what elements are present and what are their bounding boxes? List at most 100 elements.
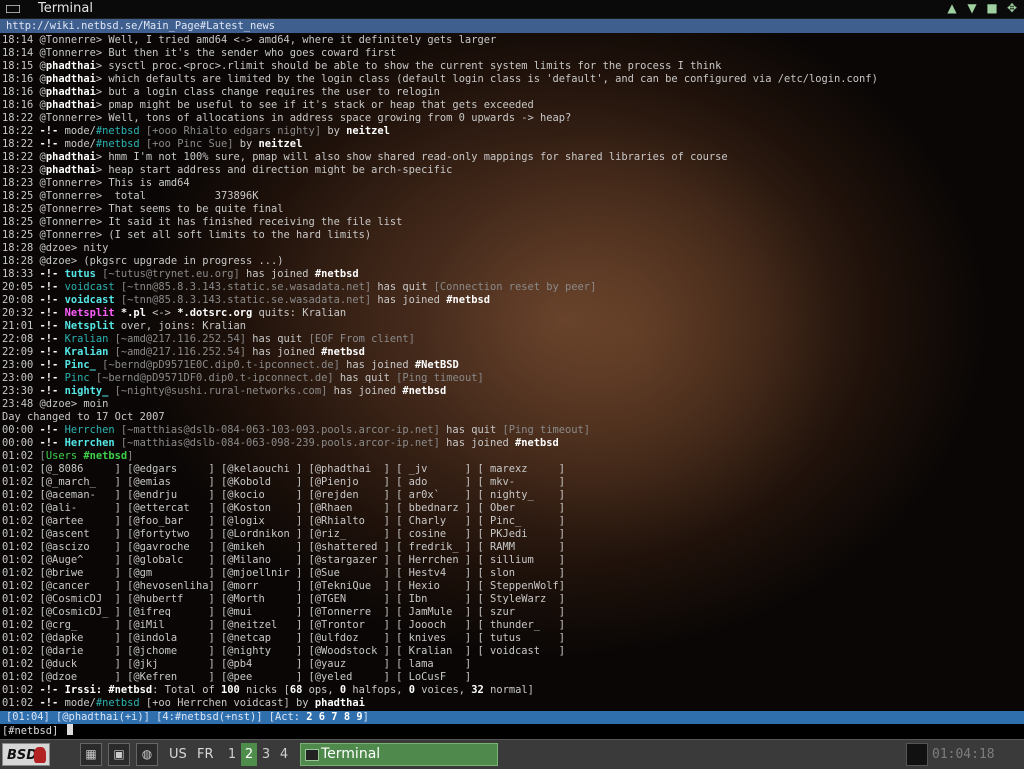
line-segment: @dzoe> (pkgsrc upgrade in progress ...) [39, 255, 284, 267]
line-segment: [~nighty@sushi.rural-networks.com] [108, 385, 328, 397]
line-segment: ] [127, 450, 134, 462]
line-segment: -!- [39, 385, 65, 397]
workspace-1[interactable]: 1 [224, 743, 240, 766]
chat-line: 18:14 @Tonnerre> Well, I tried amd64 <->… [2, 34, 1020, 47]
chat-line: 21:01 -!- Netsplit over, joins: Kralian [2, 320, 1020, 333]
window-menu-icon[interactable] [6, 5, 20, 13]
line-segment: neitzel [258, 138, 303, 150]
line-segment: [@CosmicDJ ] [@hubertf ] [@Morth ] [@TGE… [39, 593, 566, 605]
terminal-window[interactable]: http://wiki.netbsd.se/Main_Page#Latest_n… [0, 19, 1024, 737]
timestamp: 01:02 [2, 606, 40, 618]
chat-line: 01:02 -!- mode/#netbsd [+oo Herrchen voi… [2, 697, 1020, 710]
timestamp: 23:00 [2, 359, 40, 371]
line-segment: phadthai [45, 151, 96, 163]
terminal-icon [305, 749, 319, 761]
line-segment: #netbsd [83, 450, 128, 462]
timestamp: 01:02 [2, 489, 40, 501]
timestamp: 18:28 [2, 242, 40, 254]
chat-line: 18:33 -!- tutus [~tutus@trynet.eu.org] h… [2, 268, 1020, 281]
line-segment: [+ooo Rhialto edgars nighty] [139, 125, 322, 137]
chat-line: 18:23 @phadthai> heap start address and … [2, 164, 1020, 177]
chat-line: 18:22 @Tonnerre> Well, tons of allocatio… [2, 112, 1020, 125]
line-segment: @dzoe> moin [39, 398, 109, 410]
terminal-launcher-icon[interactable]: ▣ [108, 743, 130, 766]
activity-list: 2 6 7 8 9 [306, 711, 363, 723]
show-desktop-icon[interactable]: ▦ [80, 743, 102, 766]
line-segment: 100 [221, 684, 240, 696]
chat-line: 01:02 [@aceman- ] [@endrju ] [@kocio ] [… [2, 489, 1020, 502]
line-segment: Herrchen [64, 424, 115, 436]
line-segment: nicks [ [239, 684, 290, 696]
timestamp: 18:23 [2, 177, 40, 189]
line-segment: [~amd@217.116.252.54] [108, 333, 247, 345]
workspace-3[interactable]: 3 [258, 743, 274, 766]
timestamp: 00:00 [2, 437, 40, 449]
line-segment: @Tonnerre> It said it has finished recei… [39, 216, 403, 228]
chat-line: 20:05 -!- voidcast [~tnn@85.8.3.143.stat… [2, 281, 1020, 294]
line-segment: by [321, 125, 347, 137]
line-segment: #netbsd [402, 385, 447, 397]
timestamp: 18:15 [2, 60, 40, 72]
system-tray-monitor[interactable] [906, 743, 928, 766]
chat-line: 01:02 [@ascent ] [@fortytwo ] [@Lordniko… [2, 528, 1020, 541]
maximize-icon[interactable]: ■ [984, 1, 1000, 15]
chat-line: 22:09 -!- Kralian [~amd@217.116.252.54] … [2, 346, 1020, 359]
timestamp: 18:22 [2, 151, 40, 163]
chat-line: 18:22 @phadthai> hmm I'm not 100% sure, … [2, 151, 1020, 164]
line-segment: [~tutus@trynet.eu.org] [95, 268, 240, 280]
chat-line: 23:00 -!- Pinc [~bernd@pD9571DF0.dip0.t-… [2, 372, 1020, 385]
chat-line: 01:02 [@dapke ] [@indola ] [@netcap ] [@… [2, 632, 1020, 645]
line-segment: -!- [39, 333, 65, 345]
line-segment: [EOF From client] [308, 333, 415, 345]
line-segment: phadthai [45, 164, 96, 176]
workspace-2[interactable]: 2 [241, 743, 257, 766]
input-line[interactable]: [#netbsd] [0, 724, 1024, 737]
timestamp: 22:09 [2, 346, 40, 358]
line-segment: Pinc_ [64, 359, 96, 371]
line-segment: -!- [39, 346, 65, 358]
line-segment: [@dzoe ] [@Kefren ] [@pee ] [@yeled ] [ … [39, 671, 472, 683]
text-cursor [66, 724, 73, 735]
chat-line: 00:00 -!- Herrchen [~matthias@dslb-084-0… [2, 424, 1020, 437]
timestamp: 01:02 [2, 528, 40, 540]
line-segment: Pinc [64, 372, 90, 384]
chat-line: 01:02 [@artee ] [@foo_bar ] [@logix ] [@… [2, 515, 1020, 528]
line-segment: > but a login class change requires the … [95, 86, 440, 98]
line-segment: phadthai [45, 99, 96, 111]
move-icon[interactable]: ✥ [1004, 1, 1020, 15]
line-segment: has joined [371, 294, 447, 306]
chat-line: 01:02 [@_march_ ] [@emias ] [@Kobold ] [… [2, 476, 1020, 489]
line-segment: @Tonnerre> Well, I tried amd64 <-> amd64… [39, 34, 497, 46]
line-segment: [@darie ] [@jchome ] [@nighty ] [@Woodst… [39, 645, 566, 657]
chat-line: 18:16 @phadthai> which defaults are limi… [2, 73, 1020, 86]
line-segment: #netbsd [95, 138, 140, 150]
start-menu-button[interactable]: BSD [2, 743, 50, 766]
task-terminal-button[interactable]: Terminal [300, 743, 498, 766]
workspace-4[interactable]: 4 [276, 743, 292, 766]
chat-line: 18:23 @Tonnerre> This is amd64 [2, 177, 1020, 190]
line-segment: 32 [471, 684, 484, 696]
browser-launcher-icon[interactable]: ◍ [136, 743, 158, 766]
keyboard-layout-us[interactable]: US [169, 743, 187, 766]
channel-topic: http://wiki.netbsd.se/Main_Page#Latest_n… [0, 19, 1024, 33]
line-segment: has joined [246, 346, 322, 358]
timestamp: 18:14 [2, 47, 40, 59]
line-segment: -!- [39, 684, 65, 696]
line-segment: *.dotsrc.org [177, 307, 253, 319]
shade-down-icon[interactable]: ▼ [964, 1, 980, 15]
line-segment: -!- [39, 424, 65, 436]
timestamp: 01:02 [2, 515, 40, 527]
line-segment: [~tnn@85.8.3.143.static.se.wasadata.net] [114, 294, 372, 306]
keyboard-layout-fr[interactable]: FR [197, 743, 214, 766]
line-segment: -!- [39, 268, 65, 280]
line-segment: over, joins: Kralian [114, 320, 246, 332]
line-segment: [@Auge^ ] [@globalc ] [@Milano ] [@starg… [39, 554, 566, 566]
timestamp: 01:02 [2, 554, 40, 566]
chat-log: 18:14 @Tonnerre> Well, I tried amd64 <->… [2, 34, 1020, 710]
shade-up-icon[interactable]: ▲ [944, 1, 960, 15]
line-segment: [+oo Pinc Sue] [139, 138, 234, 150]
timestamp: 23:48 [2, 398, 40, 410]
line-segment: [@_march_ ] [@emias ] [@Kobold ] [@Pienj… [39, 476, 566, 488]
task-label: Terminal [321, 746, 381, 762]
line-segment: phadthai [45, 86, 96, 98]
